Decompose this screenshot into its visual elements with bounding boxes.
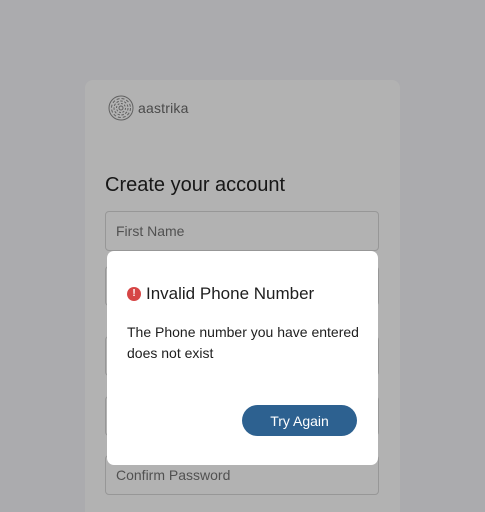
dialog-header: ! Invalid Phone Number xyxy=(127,284,314,304)
alert-circle-icon: ! xyxy=(127,287,141,301)
dialog-message: The Phone number you have entered does n… xyxy=(127,324,359,361)
error-dialog: ! Invalid Phone Number The Phone number … xyxy=(107,251,378,465)
dialog-title: Invalid Phone Number xyxy=(146,284,315,303)
try-again-button[interactable]: Try Again xyxy=(242,405,357,436)
signup-page: aastrika Create your account ! Invalid P… xyxy=(0,0,485,512)
